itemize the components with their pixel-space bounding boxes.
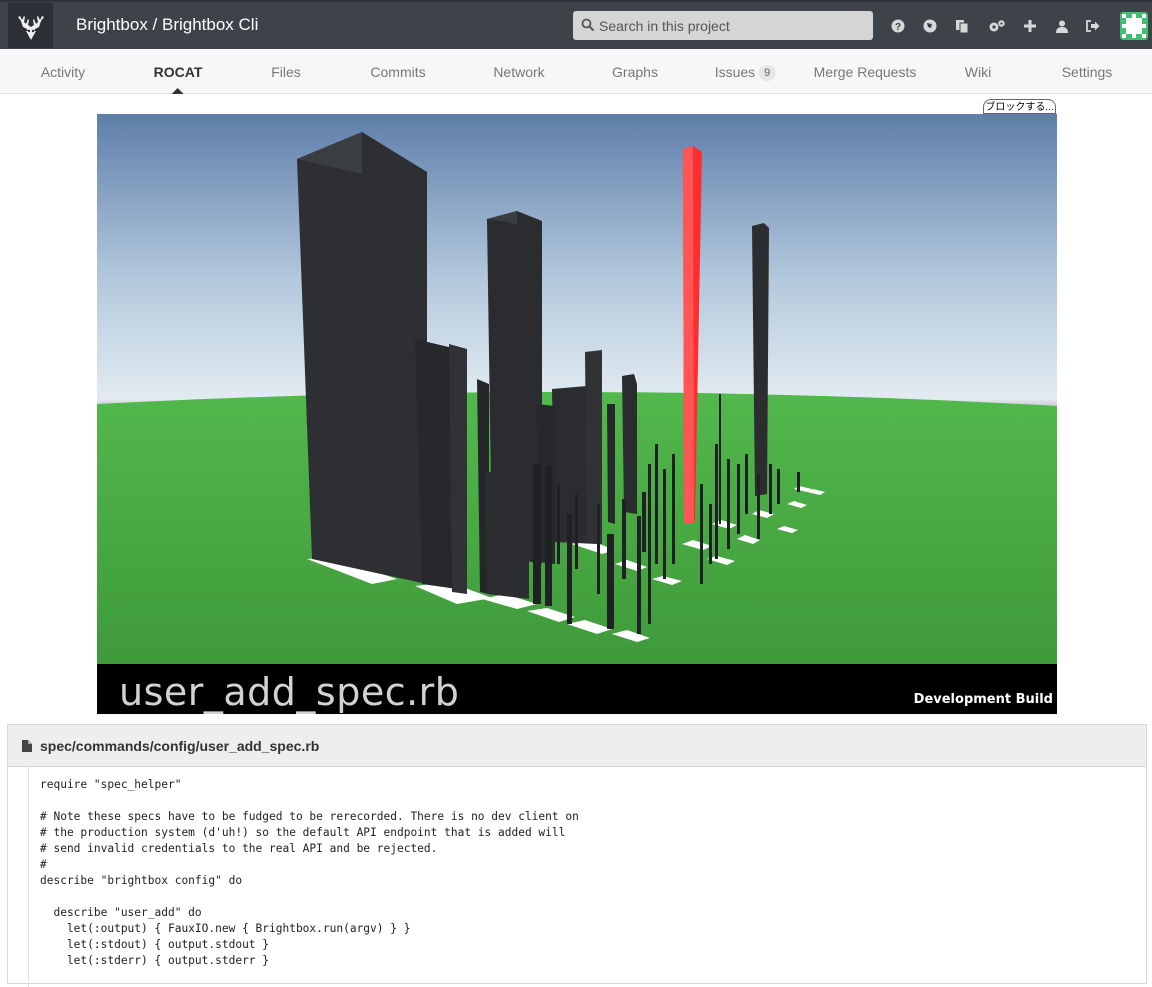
snippets-icon[interactable]	[952, 16, 972, 36]
tab-label: Settings	[1061, 64, 1113, 80]
code-line: let(:output) { FauxIO.new { Brightbox.ru…	[40, 922, 411, 935]
tab-label: Merge Requests	[813, 64, 917, 80]
tab-settings[interactable]: Settings	[1062, 49, 1113, 94]
tab-graphs[interactable]: Graphs	[612, 49, 658, 94]
project-title[interactable]: Brightbox / Brightbox Cli	[76, 15, 258, 35]
search-input[interactable]	[599, 11, 859, 40]
logout-icon[interactable]	[1083, 16, 1103, 36]
logo[interactable]	[8, 3, 53, 48]
development-build-label: Development Build	[913, 692, 1053, 707]
file-path[interactable]: spec/commands/config/user_add_spec.rb	[40, 738, 319, 754]
new-project-icon[interactable]	[1020, 16, 1040, 36]
issues-count-badge: 9	[759, 65, 776, 81]
viewer-caption-bar: user_add_spec.rb Development Build	[97, 664, 1057, 714]
project-tabs: Activity ROCAT Files Commits Network Gra…	[0, 49, 1152, 94]
tab-activity[interactable]: Activity	[41, 49, 85, 94]
search-icon	[581, 18, 595, 32]
code-line: require "spec_helper"	[40, 778, 182, 791]
tab-label: Commits	[370, 64, 426, 80]
file-icon	[22, 740, 32, 752]
svg-text:?: ?	[895, 22, 901, 33]
viewer-file-name: user_add_spec.rb	[119, 670, 460, 714]
sky	[97, 114, 1057, 414]
tab-label: Graphs	[612, 64, 658, 80]
tab-label: Wiki	[964, 64, 992, 80]
search-box[interactable]	[573, 11, 873, 40]
code-line: describe "user_add" do	[40, 906, 202, 919]
code-line: # the production system (d'uh!) so the d…	[40, 826, 566, 839]
file-viewer: spec/commands/config/user_add_spec.rb re…	[7, 724, 1147, 987]
code-line: let(:stdout) { output.stdout }	[40, 938, 270, 951]
tab-label: Files	[271, 64, 301, 80]
user-avatar[interactable]	[1120, 12, 1148, 40]
code-block[interactable]: require "spec_helper" # Note these specs…	[28, 767, 1147, 987]
code-line: # send invalid credentials to the real A…	[40, 842, 438, 855]
tab-label: Issues	[714, 64, 756, 80]
admin-icon[interactable]	[987, 16, 1007, 36]
identicon-icon	[1122, 14, 1146, 38]
profile-icon[interactable]	[1052, 16, 1072, 36]
tab-wiki[interactable]: Wiki	[965, 49, 991, 94]
top-navbar: Brightbox / Brightbox Cli ?	[0, 0, 1152, 49]
code-line: #	[40, 858, 47, 871]
code-line: # Note these specs have to be fudged to …	[40, 810, 579, 823]
tab-label: ROCAT	[153, 64, 203, 80]
stag-logo-icon	[17, 15, 44, 40]
tab-label: Activity	[40, 64, 86, 80]
code-line: let(:stderr) { output.stderr }	[40, 954, 270, 967]
file-header: spec/commands/config/user_add_spec.rb	[8, 725, 1146, 767]
code-city-scene[interactable]	[97, 114, 1057, 664]
tab-rocat[interactable]: ROCAT	[153, 49, 203, 94]
code-city-viewer[interactable]	[97, 114, 1057, 714]
code-line: describe "brightbox config" do	[40, 874, 243, 887]
explore-icon[interactable]	[920, 16, 940, 36]
tab-label: Network	[493, 64, 545, 80]
tab-files[interactable]: Files	[271, 49, 301, 94]
block-plugin-button[interactable]: ブロックする...	[983, 99, 1056, 114]
tab-commits[interactable]: Commits	[370, 49, 425, 94]
tab-network[interactable]: Network	[493, 49, 544, 94]
tab-merge-requests[interactable]: Merge Requests	[814, 49, 917, 94]
help-icon[interactable]: ?	[888, 16, 908, 36]
tab-issues[interactable]: Issues 9	[715, 49, 776, 94]
